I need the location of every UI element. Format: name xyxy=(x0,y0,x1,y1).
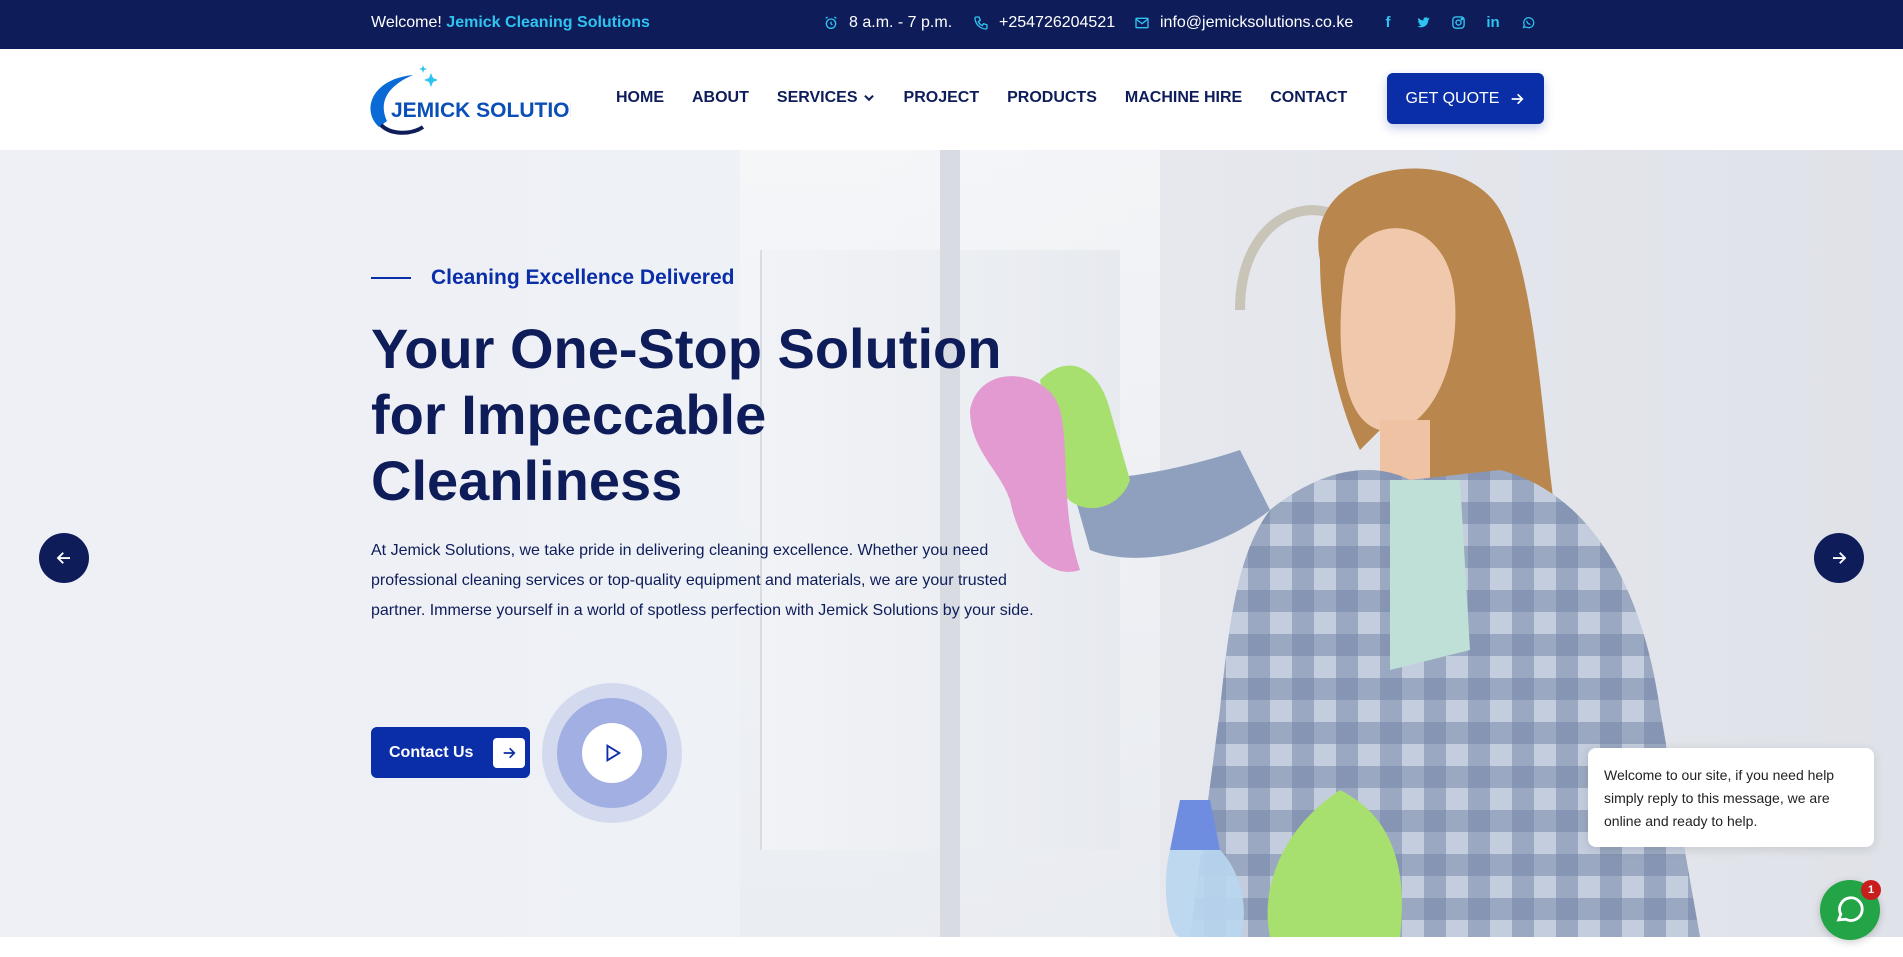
top-bar: Welcome! Jemick Cleaning Solutions 8 a.m… xyxy=(0,0,1903,49)
nav-contact[interactable]: CONTACT xyxy=(1270,89,1347,107)
main-header: JEMICK SOLUTIONS HOME ABOUT SERVICES PRO… xyxy=(0,49,1903,150)
hero-kicker: Cleaning Excellence Delivered xyxy=(371,266,734,290)
brand-name: Jemick Cleaning Solutions xyxy=(446,14,650,31)
nav-products[interactable]: PRODUCTS xyxy=(1007,89,1097,107)
nav-home[interactable]: HOME xyxy=(616,89,664,107)
whatsapp-icon[interactable] xyxy=(1520,13,1536,31)
nav-about-label: ABOUT xyxy=(692,89,749,106)
arrow-right-icon xyxy=(1833,552,1847,564)
slider-next-button[interactable] xyxy=(1814,533,1864,583)
facebook-icon[interactable]: f xyxy=(1380,13,1396,31)
envelope-icon xyxy=(1135,17,1149,29)
arrow-left-icon xyxy=(56,552,70,564)
twitter-icon[interactable] xyxy=(1415,13,1431,31)
kicker-line xyxy=(371,277,411,279)
nav-services-label: SERVICES xyxy=(776,89,858,106)
contact-us-button[interactable]: Contact Us xyxy=(371,727,530,778)
email-text[interactable]: info@jemicksolutions.co.ke xyxy=(1160,14,1353,32)
linkedin-icon[interactable]: in xyxy=(1485,13,1501,31)
company-logo[interactable]: JEMICK SOLUTIONS xyxy=(361,61,571,139)
get-quote-button[interactable]: GET QUOTE xyxy=(1387,73,1544,124)
play-ring xyxy=(557,698,667,808)
contact-us-label: Contact Us xyxy=(389,743,474,761)
hours-text: 8 a.m. - 7 p.m. xyxy=(849,14,953,31)
welcome-text: Welcome! Jemick Cleaning Solutions xyxy=(371,14,650,32)
chevron-down-icon xyxy=(863,94,874,102)
contact-arrow-box xyxy=(493,737,526,768)
get-quote-label: GET QUOTE xyxy=(1405,89,1500,107)
instagram-icon[interactable] xyxy=(1450,13,1466,31)
phone-text[interactable]: +254726204521 xyxy=(999,14,1115,32)
arrow-right-icon xyxy=(1512,93,1524,104)
nav-project[interactable]: PROJECT xyxy=(904,89,980,107)
email-info[interactable]: info@jemicksolutions.co.ke xyxy=(1134,14,1353,32)
alarm-clock-icon xyxy=(825,16,837,29)
nav-about[interactable]: ABOUT xyxy=(692,89,749,107)
hero-headline: Your One-Stop Solution for Impeccable Cl… xyxy=(371,317,1002,512)
nav-contact-label: CONTACT xyxy=(1270,89,1348,106)
phone-icon xyxy=(974,16,988,30)
nav-project-label: PROJECT xyxy=(903,89,980,106)
nav-services[interactable]: SERVICES xyxy=(777,89,876,107)
arrow-right-icon xyxy=(504,747,516,758)
nav-machine-hire[interactable]: MACHINE HIRE xyxy=(1125,89,1242,107)
welcome-label: Welcome! xyxy=(371,14,442,31)
phone-info[interactable]: +254726204521 xyxy=(973,14,1115,32)
slider-prev-button[interactable] xyxy=(39,533,89,583)
play-center xyxy=(582,723,642,783)
chat-icon xyxy=(1836,896,1864,922)
chat-unread-badge: 1 xyxy=(1861,880,1881,900)
nav-machine-hire-label: MACHINE HIRE xyxy=(1124,89,1243,106)
chat-welcome-bubble[interactable]: Welcome to our site, if you need help si… xyxy=(1588,748,1874,847)
nav-home-label: HOME xyxy=(616,89,664,106)
hero-kicker-text: Cleaning Excellence Delivered xyxy=(431,266,735,289)
social-links: f in xyxy=(1380,13,1536,31)
main-nav: HOME ABOUT SERVICES PROJECT PRODUCTS MAC… xyxy=(616,89,1347,107)
play-video-button[interactable] xyxy=(542,683,682,823)
hero-lead-text: At Jemick Solutions, we take pride in de… xyxy=(371,542,1034,619)
nav-products-label: PRODUCTS xyxy=(1007,89,1097,106)
play-icon xyxy=(606,744,622,762)
hours-info: 8 a.m. - 7 p.m. xyxy=(823,14,952,32)
logo-text: JEMICK SOLUTIONS xyxy=(391,99,571,122)
